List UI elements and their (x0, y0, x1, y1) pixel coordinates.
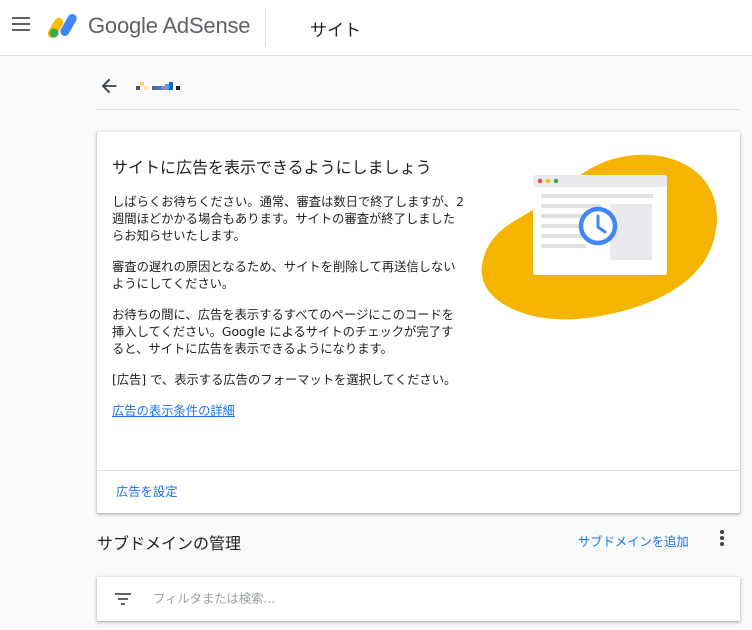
adsense-logo-icon (48, 14, 77, 38)
set-up-ads-button[interactable]: 広告を設定 (116, 482, 178, 500)
card-divider (97, 470, 740, 471)
card-body: しばらくお待ちください。通常、審査は数日で終了しますが、2 週間ほどかかる場合も… (112, 194, 464, 420)
clock-browser-illustration (481, 154, 717, 320)
header-divider (265, 8, 266, 46)
review-wait-paragraph: しばらくお待ちください。通常、審査は数日で終了しますが、2 週間ほどかかる場合も… (112, 195, 464, 243)
hamburger-menu-icon[interactable] (12, 17, 30, 31)
ad-format-paragraph: [広告] で、表示する広告のフォーマットを選択してください。 (112, 373, 457, 387)
redacted-site-name (136, 82, 180, 90)
filter-bar (97, 577, 740, 621)
card-title: サイトに広告を表示できるようにしましょう (112, 158, 432, 177)
do-not-resubmit-paragraph: 審査の遅れの原因となるため、サイトを削除して再送信しないようにしてください。 (112, 260, 456, 291)
filter-list-icon[interactable] (114, 590, 132, 608)
filter-search-input[interactable] (153, 587, 713, 611)
top-app-bar: Google AdSense サイト (0, 0, 752, 56)
add-subdomain-button[interactable]: サブドメインを追加 (578, 532, 689, 550)
site-review-card: サイトに広告を表示できるようにしましょう しばらくお待ちください。通常、審査は数… (97, 132, 740, 513)
site-header-row (96, 66, 740, 110)
insert-code-paragraph: お待ちの間に、広告を表示するすべてのページにこのコードを挿入してください。Goo… (112, 308, 455, 356)
ad-eligibility-details-link[interactable]: 広告の表示条件の詳細 (112, 403, 235, 420)
brand-name: Google AdSense (88, 13, 251, 38)
more-vert-icon[interactable] (714, 530, 730, 550)
subdomain-section-title: サブドメインの管理 (97, 534, 242, 553)
arrow-back-icon[interactable] (98, 75, 120, 97)
page-title: サイト (310, 21, 361, 41)
